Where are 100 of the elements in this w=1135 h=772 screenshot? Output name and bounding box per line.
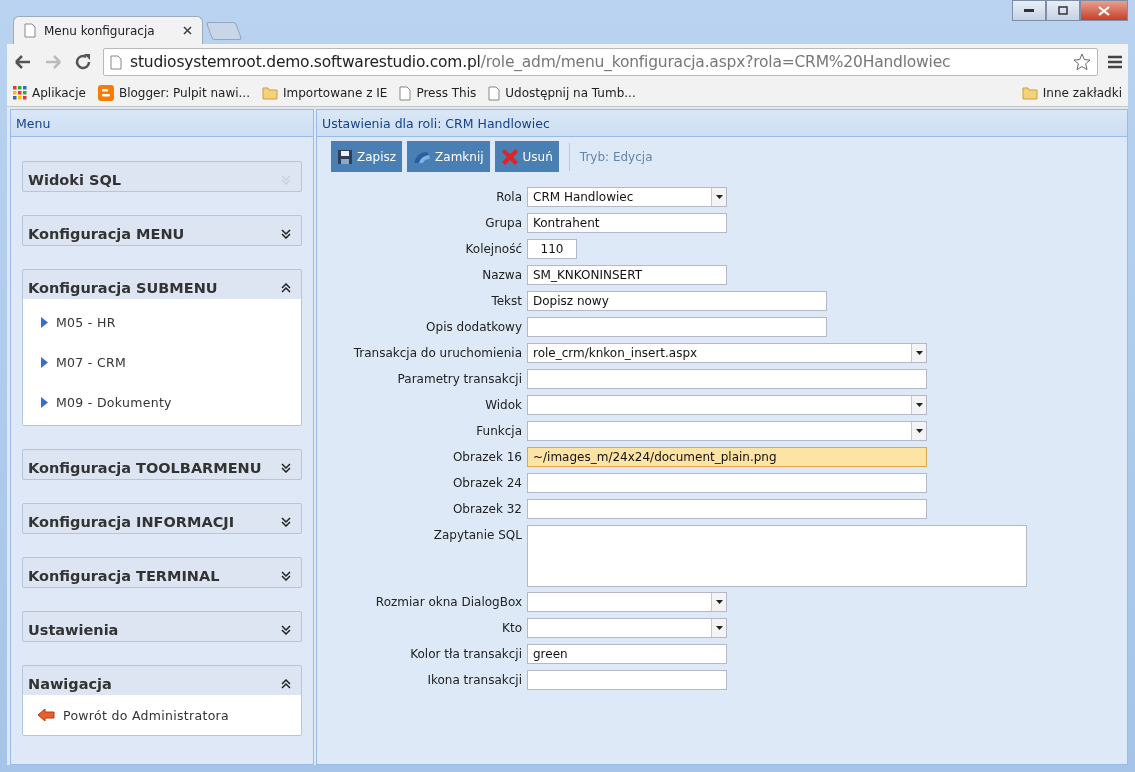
expand-chevron-icon[interactable] [281,517,291,527]
reload-icon[interactable] [73,52,93,72]
triangle-bullet-icon [41,356,48,368]
toolbar-button[interactable]: Usuń [494,141,559,172]
bookmark-item[interactable]: Press This [399,85,477,101]
restore-icon [1058,6,1068,15]
panel-title: Menu [11,110,313,137]
folder-icon [1021,86,1038,100]
accordion-header[interactable]: Konfiguracja SUBMENU [23,270,301,299]
section-title: Widoki SQL [28,172,121,188]
input-field[interactable] [527,670,727,690]
panel-title: Ustawienia dla roli: CRM Handlowiec [317,110,1127,137]
dropdown-arrow-icon [715,626,723,630]
bookmark-folder[interactable]: Inne zakładki [1021,86,1122,100]
section-title: Konfiguracja SUBMENU [28,280,218,296]
expand-chevron-icon[interactable] [281,571,291,581]
input-field[interactable]: ~/images_m/24x24/document_plain.png [527,447,927,467]
dropdown-arrow-icon [915,429,923,433]
close-button[interactable] [1080,0,1128,21]
dropdown-field[interactable] [527,395,927,415]
toolbar-button[interactable]: Zapisz [331,141,403,172]
section-title: Konfiguracja INFORMACJI [28,514,235,530]
dropdown-field[interactable]: CRM Handlowiec [527,187,727,207]
field-label: Zapytanie SQL [432,527,522,544]
close-icon [1098,5,1110,16]
blogger-icon [97,85,114,101]
triangle-bullet-icon [41,396,48,408]
page-icon [399,85,412,101]
page-icon [110,54,122,70]
section-title: Ustawienia [28,622,119,638]
menu-icon[interactable] [1108,55,1122,69]
field-label: Parametry transakcji [396,371,522,388]
toolbar-button[interactable]: Zamknij [407,141,490,172]
field-label: Rozmiar okna DialogBox [374,594,522,611]
browser-tab[interactable]: Menu konfiguracja [13,16,203,44]
field-label: Funkcja [475,423,522,440]
menu-item[interactable]: M09 - Dokumenty [23,382,301,422]
collapse-chevron-icon[interactable] [281,283,291,293]
field-label: Kto [501,620,522,637]
section-title: Konfiguracja TERMINAL [28,568,220,584]
accordion-header[interactable]: Nawigacja [23,666,301,695]
menu-item[interactable]: M07 - CRM [23,342,301,382]
dropdown-arrow-icon [715,600,723,604]
dropdown-field[interactable] [527,421,927,441]
input-field[interactable]: Dopisz nowy [527,291,827,311]
section-title: Nawigacja [28,676,112,692]
collapse-chevron-icon[interactable] [281,679,291,689]
accordion-header[interactable]: Konfiguracja TOOLBARMENU [23,450,301,479]
input-field[interactable] [527,317,827,337]
dropdown-arrow-icon [715,195,723,199]
expand-chevron-icon[interactable] [281,229,291,239]
star-icon[interactable] [1073,53,1091,71]
bookmark-item[interactable]: Aplikacje [13,86,86,100]
field-label: Obrazek 32 [451,501,522,518]
accordion-header[interactable]: Konfiguracja INFORMACJI [23,504,301,533]
field-label: Widok [484,397,522,414]
back-arrow-icon [37,708,55,722]
close-icon[interactable] [183,26,192,35]
input-field[interactable] [527,499,927,519]
field-label: Grupa [484,215,522,232]
field-label: Nazwa [481,267,522,284]
bookmark-item[interactable]: Udostępnij na Tumb... [488,85,636,101]
folder-icon [262,86,278,100]
input-field[interactable]: 110 [527,239,577,259]
minimize-button[interactable] [1012,0,1046,21]
field-label: Obrazek 16 [451,449,522,466]
restore-button[interactable] [1046,0,1080,21]
accordion-header[interactable]: Konfiguracja MENU [23,216,301,245]
menu-item[interactable]: M05 - HR [23,302,301,342]
dropdown-field[interactable]: role_crm/knkon_insert.aspx [527,343,927,363]
delete-icon [500,147,519,166]
bookmark-item[interactable]: Importowane z IE [262,86,388,100]
field-label: Rola [495,189,522,206]
page-icon [24,23,36,38]
expand-chevron-icon[interactable] [281,463,291,473]
field-label: Kolor tła transakcji [409,646,522,663]
field-label: Tekst [490,293,522,310]
apps-grid-icon [13,86,27,100]
input-field[interactable] [527,473,927,493]
input-field[interactable] [527,369,927,389]
input-field[interactable]: SM_KNKONINSERT [527,265,727,285]
triangle-bullet-icon [41,316,48,328]
dropdown-field[interactable] [527,592,727,612]
page-icon [488,85,501,101]
minimize-icon [1024,8,1034,13]
dropdown-arrow-icon [915,351,923,355]
address-bar[interactable]: studiosystemroot.demo.softwarestudio.com.pl/role_adm/menu_konfiguracja.aspx?rola=CRM%20Handlowiec [103,48,1098,76]
dropdown-arrow-icon [915,403,923,407]
dropdown-field[interactable] [527,618,727,638]
bookmark-item[interactable]: Blogger: Pulpit nawi... [97,85,250,101]
field-label: Obrazek 24 [451,475,522,492]
section-title: Konfiguracja MENU [28,226,185,242]
accordion-header[interactable]: Ustawienia [23,612,301,641]
expand-chevron-icon[interactable] [281,625,291,635]
mode-label: Tryb: Edycja [579,149,653,164]
field-label: Transakcja do uruchomienia [352,345,522,362]
input-field[interactable]: Kontrahent [527,213,727,233]
input-field[interactable]: green [527,644,727,664]
accordion-header[interactable]: Konfiguracja TERMINAL [23,558,301,587]
section-title: Konfiguracja TOOLBARMENU [28,460,262,476]
